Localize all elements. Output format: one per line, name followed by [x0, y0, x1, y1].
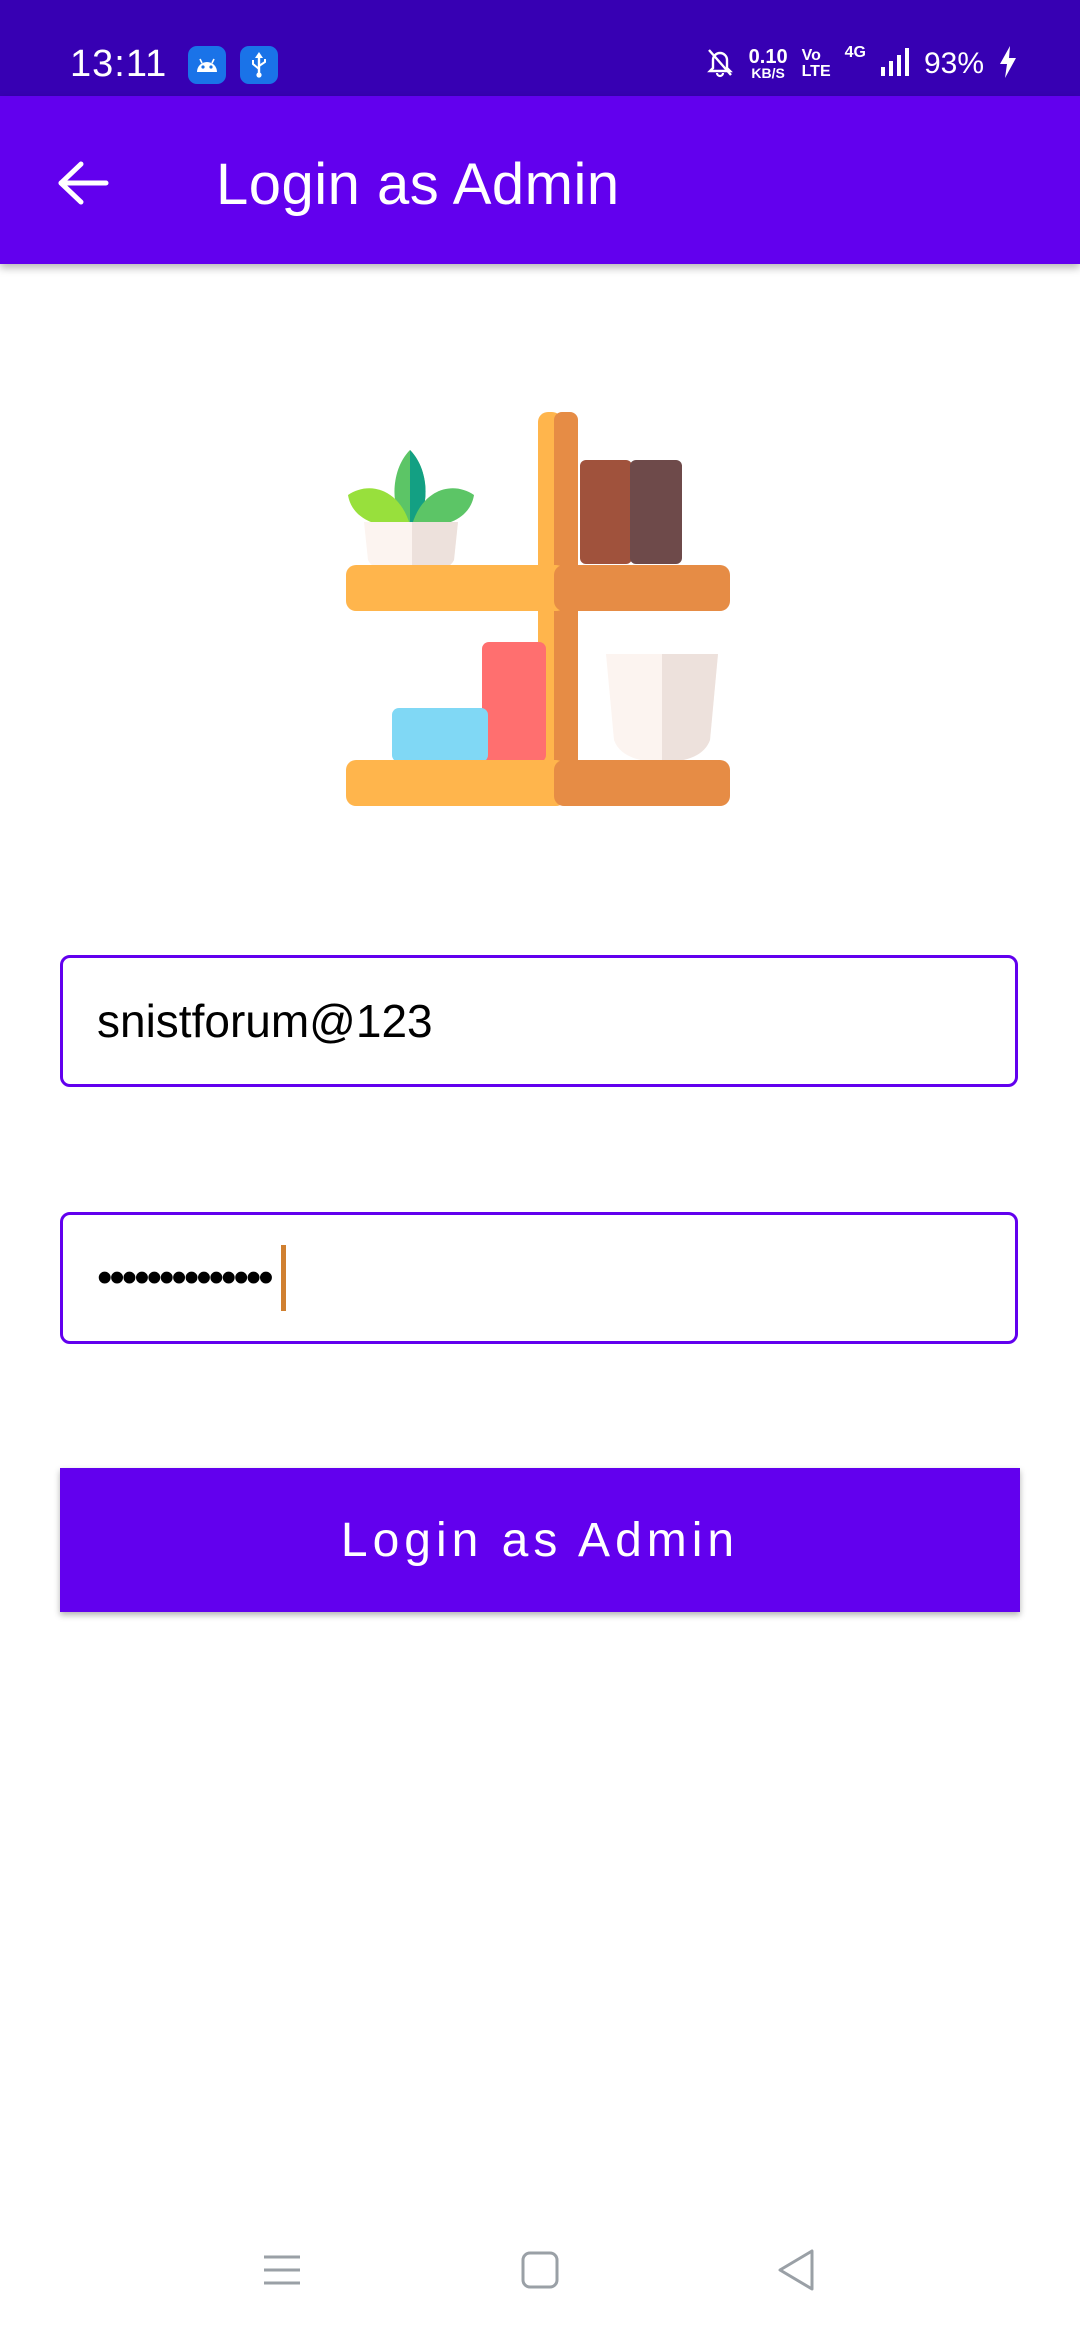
usb-icon — [240, 46, 278, 84]
login-button[interactable]: Login as Admin — [60, 1468, 1020, 1612]
volte-badge: Vo LTE — [802, 48, 831, 80]
email-field[interactable]: snistforum@123 — [60, 955, 1018, 1087]
text-caret — [280, 1245, 286, 1311]
bookshelf-illustration — [346, 412, 730, 806]
back-triangle-icon[interactable] — [766, 2240, 826, 2300]
page-title: Login as Admin — [216, 152, 620, 217]
system-nav-bar — [0, 2230, 1080, 2310]
android-icon — [188, 46, 226, 84]
menu-icon[interactable] — [252, 2240, 312, 2300]
password-value: •••••••••••••• — [97, 1253, 274, 1302]
bell-off-icon — [705, 46, 735, 83]
volte-bottom: LTE — [801, 63, 831, 80]
home-icon[interactable] — [510, 2240, 570, 2300]
password-field[interactable]: •••••••••••••• — [60, 1212, 1018, 1344]
status-indicators: 0.10 KB/S Vo LTE 4G 93% — [705, 44, 1018, 84]
network-type: 4G — [844, 44, 866, 61]
net-speed-unit: KB/S — [751, 65, 785, 81]
status-bar: 13:11 0.10 KB/S Vo LTE 4G 93% — [0, 0, 1080, 96]
status-time: 13:11 — [70, 43, 168, 85]
battery-percent: 93% — [923, 47, 984, 80]
net-speed-value: 0.10 — [748, 46, 788, 68]
net-speed: 0.10 KB/S — [748, 46, 788, 81]
back-button[interactable] — [40, 140, 126, 226]
app-bar: Login as Admin — [0, 96, 1080, 264]
email-value: snistforum@123 — [97, 995, 433, 1047]
volte-top: Vo — [801, 47, 821, 64]
charging-icon — [998, 45, 1018, 84]
signal-icon — [880, 47, 910, 82]
arrow-left-icon — [58, 161, 109, 205]
